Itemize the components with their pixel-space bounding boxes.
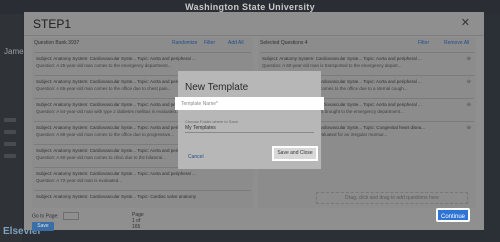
save-and-close-button[interactable]: Save and Close (272, 146, 318, 161)
list-item[interactable]: Subject: Anatomy System: Cardiovascular … (34, 167, 251, 186)
template-name-placeholder: Template Name* (181, 101, 218, 107)
page-input[interactable] (62, 212, 79, 220)
save-button[interactable]: Save (32, 222, 54, 231)
filter-link[interactable]: Filter (204, 40, 215, 46)
continue-button[interactable]: Continue (436, 208, 470, 222)
filter-link[interactable]: Filter (418, 40, 429, 46)
folder-label: Choose Folder where to Save (185, 119, 238, 124)
list-item[interactable]: Subject: Anatomy System: Cardiovascular … (34, 52, 251, 71)
dialog-title: STEP1 (33, 17, 72, 31)
pagination: Go to Page: Page 1 of 165 (32, 212, 144, 230)
sidebar-nav-item[interactable] (4, 154, 16, 158)
brand-title: Washington State University (185, 2, 315, 12)
question-bank-label: Question Bank 3937 (34, 40, 80, 46)
sidebar-nav-item[interactable] (4, 118, 16, 122)
new-template-modal: New Template Template Name* Choose Folde… (175, 71, 324, 169)
remove-all-link[interactable]: Remove All (444, 40, 469, 46)
selected-questions-label: Selected Questions 4 (260, 40, 308, 46)
remove-icon[interactable]: ⊖ (467, 56, 471, 62)
list-item[interactable]: Subject: Anatomy System: Cardiovascular … (34, 190, 251, 209)
background-sidebar: Jame (0, 14, 24, 242)
randomize-link[interactable]: Randomize (172, 40, 197, 46)
sidebar-nav-item[interactable] (4, 142, 16, 146)
page-info: Page 1 of 165 (132, 212, 144, 230)
divider (24, 35, 484, 36)
remove-icon[interactable]: ⊖ (467, 102, 471, 108)
user-name-partial: Jame (4, 47, 24, 56)
list-item[interactable]: Subject: Anatomy System: Cardiovascular … (260, 52, 474, 71)
cancel-button[interactable]: Cancel (188, 154, 204, 160)
remove-icon[interactable]: ⊖ (467, 125, 471, 131)
folder-underline (185, 132, 314, 133)
template-name-input[interactable]: Template Name* (175, 97, 324, 110)
close-icon[interactable]: ✕ (461, 16, 470, 29)
add-all-link[interactable]: Add All (228, 40, 244, 46)
drop-area[interactable]: Drag, click and drag to add questions he… (316, 192, 468, 204)
sidebar-nav-item[interactable] (4, 130, 16, 134)
go-to-page-label: Go to Page: (32, 213, 59, 220)
selected-questions-header: Selected Questions 4 Filter Remove All (258, 38, 476, 48)
modal-title: New Template (185, 82, 249, 93)
question-bank-header: Question Bank 3937 Randomize Filter Add … (32, 38, 253, 48)
folder-select[interactable]: My Templates (185, 125, 216, 131)
remove-icon[interactable]: ⊖ (467, 79, 471, 85)
